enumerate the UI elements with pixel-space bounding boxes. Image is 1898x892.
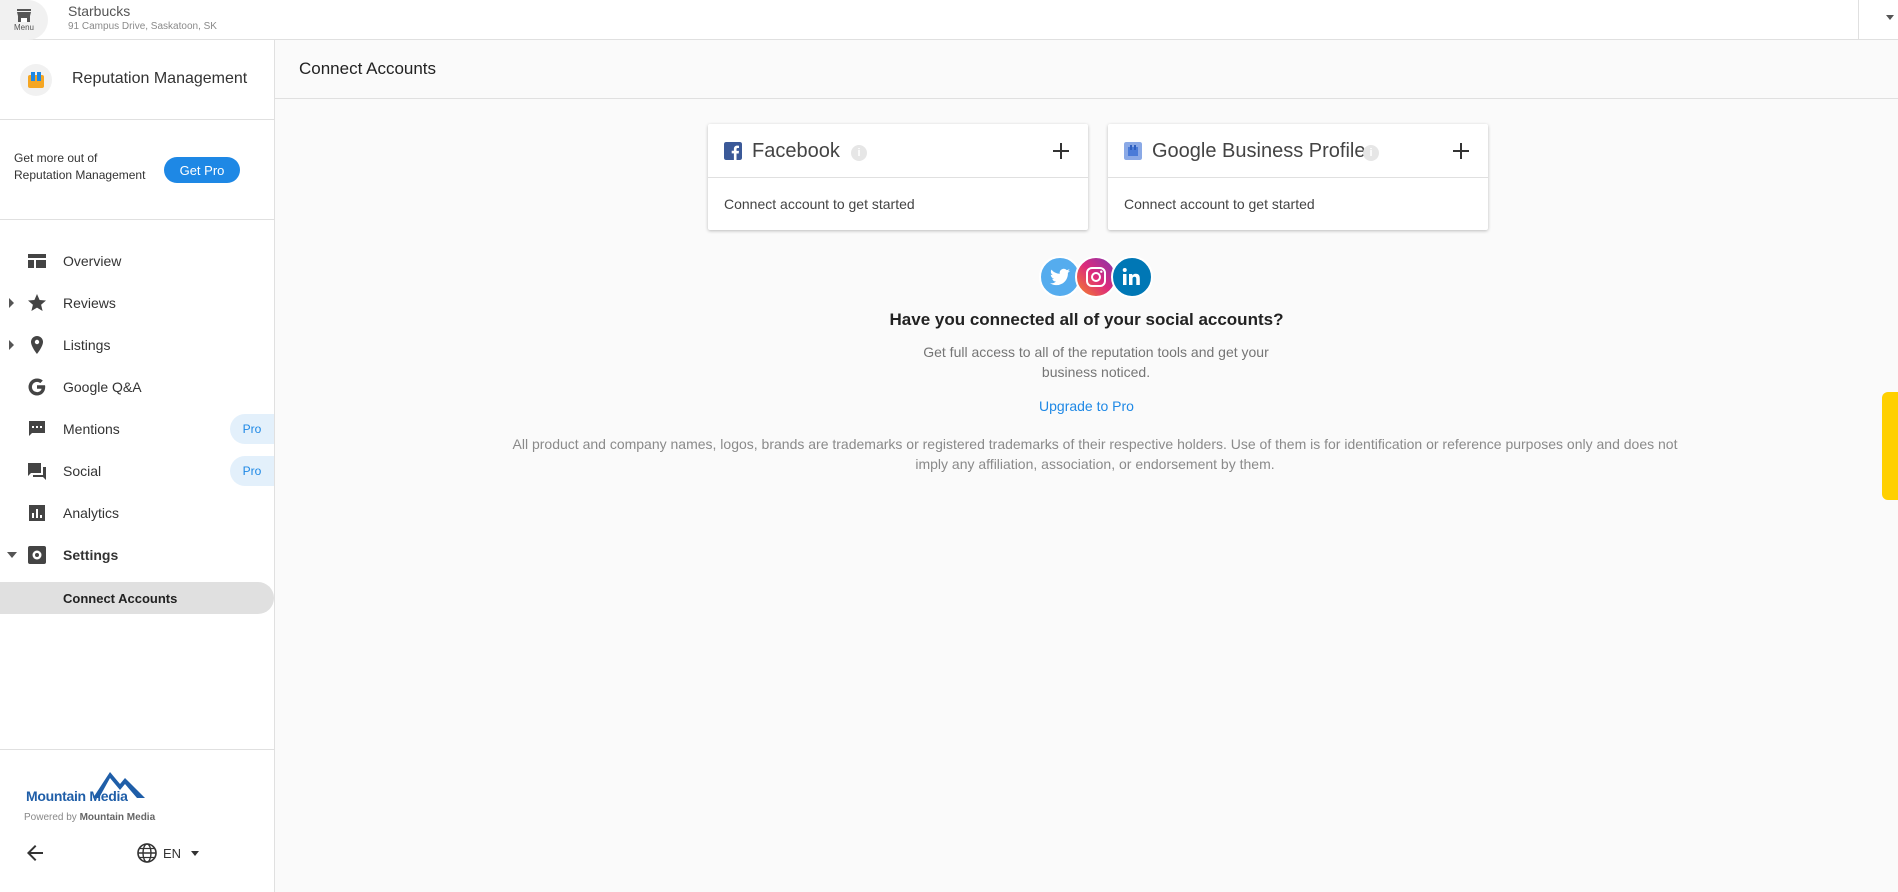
promo-text: Get more out of Reputation Management	[14, 151, 146, 182]
add-google-business-button[interactable]	[1450, 140, 1472, 162]
page-title: Connect Accounts	[299, 59, 437, 78]
store-icon	[17, 9, 31, 22]
business-name[interactable]: Starbucks	[68, 3, 130, 19]
powered-by-label: Powered by	[24, 812, 77, 823]
chevron-down-icon	[191, 850, 200, 856]
powered-by: Powered by Mountain Media	[24, 812, 155, 823]
sidebar-item-connect-accounts[interactable]: Connect Accounts	[0, 582, 274, 614]
sidebar-item-label: Reviews	[63, 295, 116, 311]
sidebar-item-label: Mentions	[63, 421, 120, 437]
star-icon	[26, 292, 48, 314]
app-logo-icon	[20, 64, 52, 96]
get-pro-button[interactable]: Get Pro	[164, 157, 240, 183]
app-header: Reputation Management	[0, 40, 274, 120]
brand-logo-text: Mountain Media	[26, 788, 128, 804]
analytics-icon	[26, 502, 48, 524]
facebook-card: Facebook i Connect account to get starte…	[708, 124, 1088, 230]
sidebar-item-reviews[interactable]: Reviews	[0, 286, 274, 320]
top-bar: Menu Starbucks 91 Campus Drive, Saskatoo…	[0, 0, 1898, 40]
chevron-down-icon[interactable]	[7, 552, 17, 558]
sidebar-footer: Mountain Media Powered by Mountain Media…	[0, 749, 274, 892]
card-title: Facebook	[752, 140, 840, 162]
sidebar-item-mentions[interactable]: Mentions Pro	[0, 412, 274, 446]
page-header: Connect Accounts	[275, 40, 1898, 99]
sidebar-item-label: Social	[63, 463, 102, 479]
feedback-tab[interactable]	[1882, 392, 1898, 500]
google-business-icon	[1124, 142, 1142, 160]
menu-label: Menu	[13, 23, 34, 32]
language-label: EN	[163, 845, 182, 861]
pro-badge[interactable]: Pro	[230, 414, 274, 444]
add-facebook-button[interactable]	[1050, 140, 1072, 162]
sidebar-item-social[interactable]: Social Pro	[0, 454, 274, 488]
connect-question: Have you connected all of your social ac…	[889, 310, 1284, 329]
forum-icon	[26, 460, 48, 482]
sidebar: Reputation Management Get more out of Re…	[0, 40, 275, 892]
sidebar-item-label: Analytics	[63, 505, 120, 521]
card-header: Facebook i	[708, 124, 1088, 178]
connect-subtext: Get full access to all of the reputation…	[923, 344, 1269, 380]
language-selector[interactable]: EN	[136, 842, 200, 864]
upgrade-to-pro-link[interactable]: Upgrade to Pro	[1039, 398, 1134, 414]
pro-badge[interactable]: Pro	[230, 456, 274, 486]
powered-by-brand: Mountain Media	[79, 812, 156, 823]
divider	[1858, 0, 1859, 40]
upgrade-link: Upgrade to Pro	[275, 398, 1898, 414]
card-title: Google Business Profile	[1152, 140, 1366, 162]
sidebar-item-settings[interactable]: Settings	[0, 538, 274, 572]
settings-icon	[26, 544, 48, 566]
sidebar-item-label: Google Q&A	[63, 379, 142, 395]
sidebar-item-label: Connect Accounts	[63, 590, 178, 606]
sidebar-item-label: Overview	[63, 253, 122, 269]
card-header: Google Business Profile i	[1108, 124, 1488, 178]
sidebar-item-google-qa[interactable]: Google Q&A	[0, 370, 274, 404]
app-title: Reputation Management	[72, 70, 248, 87]
google-business-card: Google Business Profile i Connect accoun…	[1108, 124, 1488, 230]
info-icon[interactable]: i	[1363, 145, 1379, 161]
business-address: 91 Campus Drive, Saskatoon, SK	[68, 21, 217, 32]
info-icon[interactable]: i	[851, 145, 867, 161]
card-body: Connect account to get started	[1124, 196, 1315, 212]
trademark-disclaimer: All product and company names, logos, br…	[512, 436, 1678, 472]
location-pin-icon	[26, 334, 48, 356]
main-content: Connect Accounts Facebook i Connect acco…	[275, 40, 1898, 892]
back-arrow-icon[interactable]	[24, 842, 46, 864]
sidebar-item-label: Settings	[63, 547, 119, 563]
promo-panel: Get more out of Reputation Management Ge…	[0, 120, 274, 220]
google-icon	[26, 376, 48, 398]
sidebar-item-label: Listings	[63, 337, 111, 353]
globe-icon	[137, 843, 157, 863]
card-body: Connect account to get started	[724, 196, 915, 212]
facebook-icon	[724, 142, 742, 160]
social-icons	[1039, 256, 1159, 300]
chevron-down-icon[interactable]	[1886, 15, 1894, 20]
chevron-right-icon[interactable]	[9, 298, 14, 308]
comment-icon	[26, 418, 48, 440]
menu-button[interactable]: Menu	[0, 0, 48, 40]
linkedin-icon	[1111, 256, 1153, 298]
sidebar-item-analytics[interactable]: Analytics	[0, 496, 274, 530]
overview-icon	[26, 250, 48, 272]
chevron-right-icon[interactable]	[9, 340, 14, 350]
sidebar-item-overview[interactable]: Overview	[0, 244, 274, 278]
sidebar-item-listings[interactable]: Listings	[0, 328, 274, 362]
